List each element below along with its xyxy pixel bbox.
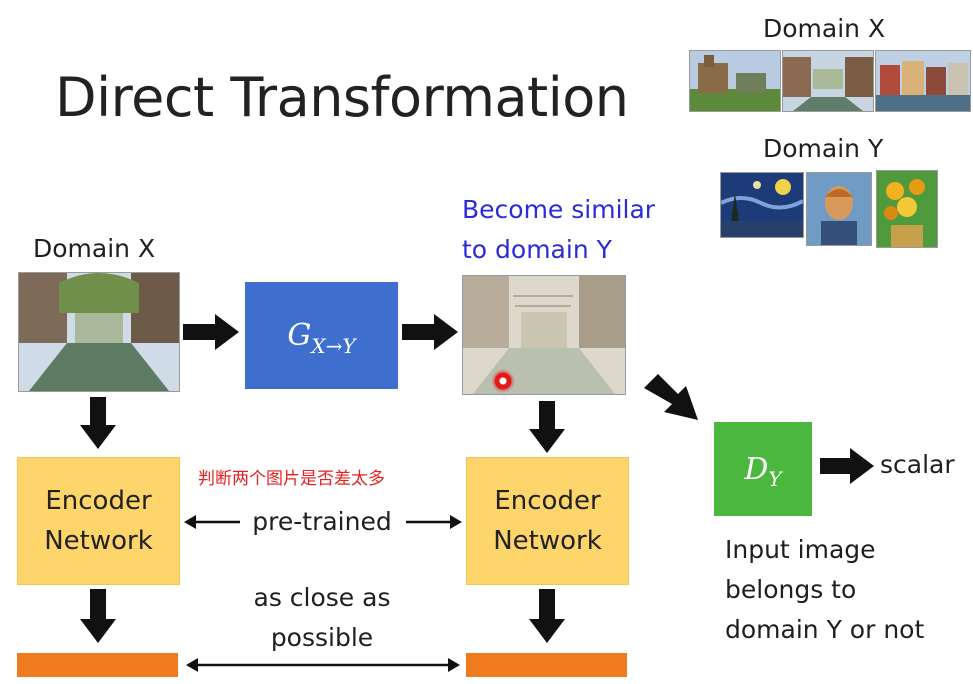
embedding-right-bar xyxy=(466,653,627,677)
arrow-encoder-left-to-embedding xyxy=(80,589,116,643)
chinese-annotation: 判断两个图片是否差太多 xyxy=(198,469,385,489)
domain-x-thumbnail-canal xyxy=(782,50,874,112)
page-title: Direct Transformation xyxy=(55,66,629,129)
scalar-label: scalar xyxy=(880,450,955,479)
discriminator-desc-line1: Input image xyxy=(725,535,876,564)
discriminator-desc-line3: domain Y or not xyxy=(725,615,925,644)
generator-subscript: X→Y xyxy=(311,333,356,358)
domain-x-thumbnail-houses xyxy=(875,50,971,112)
generator-symbol: G xyxy=(287,318,312,353)
output-image-stylized xyxy=(462,275,626,395)
arrow-output-to-encoder xyxy=(529,401,565,453)
domain-y-thumbnail-starry-night xyxy=(720,172,804,238)
output-note-line1: Become similar xyxy=(462,195,656,224)
domain-x-thumbnail-castle xyxy=(689,50,781,112)
cursor-indicator xyxy=(491,369,515,393)
embedding-left-bar xyxy=(17,653,178,677)
arrow-discriminator-to-scalar xyxy=(820,448,874,484)
discriminator-symbol: D xyxy=(744,451,769,487)
domain-y-thumbnail-self-portrait xyxy=(806,172,872,246)
arrow-output-to-discriminator xyxy=(644,374,698,420)
top-domain-x-label: Domain X xyxy=(763,14,886,43)
encoder-right-line1: Encoder xyxy=(494,486,601,516)
pretrained-label: pre-trained xyxy=(252,507,392,536)
arrow-input-to-encoder xyxy=(80,397,116,449)
input-image-canal xyxy=(18,272,180,392)
close-as-possible-double-arrow xyxy=(186,658,460,672)
arrow-input-to-generator xyxy=(183,314,239,350)
encoder-left-line1: Encoder xyxy=(45,486,152,516)
as-close-as-line2: possible xyxy=(270,623,374,652)
output-note-line2: to domain Y xyxy=(462,235,612,264)
encoder-right-box: Encoder Network xyxy=(466,457,629,585)
encoder-left-box: Encoder Network xyxy=(17,457,180,585)
discriminator-box: DY xyxy=(714,422,812,516)
encoder-left-line2: Network xyxy=(44,526,153,556)
encoder-right-line2: Network xyxy=(493,526,602,556)
domain-y-thumbnail-sunflowers xyxy=(876,170,938,248)
as-close-as-line1: as close as xyxy=(253,583,391,612)
discriminator-subscript: Y xyxy=(768,467,782,491)
generator-box: G X→Y xyxy=(245,282,398,389)
discriminator-desc-line2: belongs to xyxy=(725,575,857,604)
top-domain-y-label: Domain Y xyxy=(763,134,884,163)
arrow-generator-to-output xyxy=(402,314,458,350)
arrow-encoder-right-to-embedding xyxy=(529,589,565,643)
input-domain-x-label: Domain X xyxy=(33,234,156,263)
